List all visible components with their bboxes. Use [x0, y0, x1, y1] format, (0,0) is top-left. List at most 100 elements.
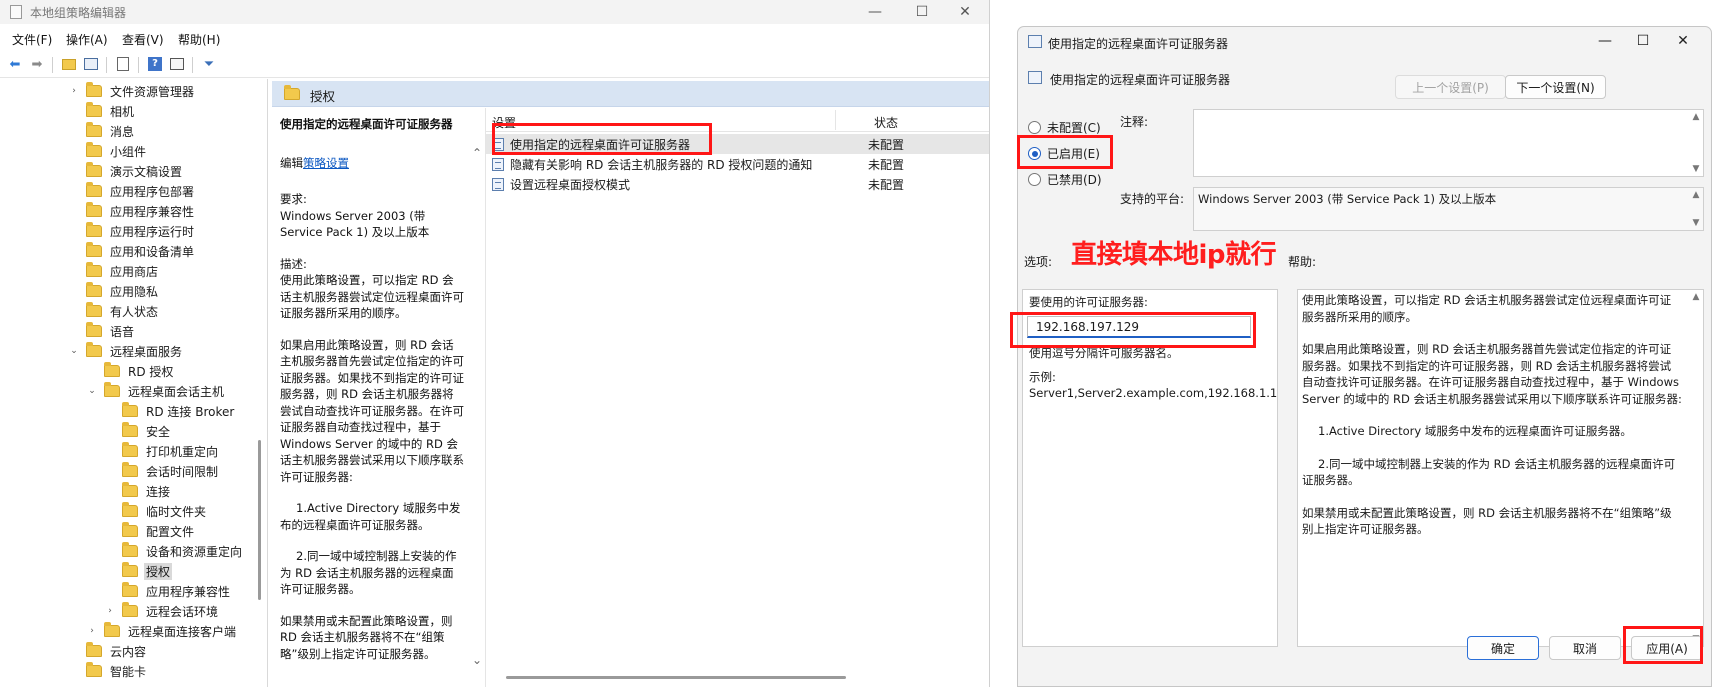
tree-scrollbar[interactable] [258, 440, 261, 600]
scroll-up-icon[interactable]: ▲ [1689, 292, 1703, 302]
folder-icon [86, 342, 102, 357]
previous-setting-button[interactable]: 上一个设置(P) [1395, 75, 1506, 99]
tree-node[interactable]: 连接 [104, 481, 172, 501]
description-scrollbar[interactable]: ⌃ ⌄ [470, 108, 486, 687]
tree-node[interactable]: 智能卡 [68, 661, 148, 681]
properties-icon[interactable] [168, 55, 186, 73]
description-pane: 使用指定的远程桌面许可证服务器 编辑策略设置 要求: Windows Serve… [272, 108, 470, 687]
scroll-down-icon[interactable]: ▼ [1689, 164, 1703, 174]
example-label: 示例: [1029, 370, 1056, 384]
collapsed-chevron-icon[interactable]: › [104, 606, 116, 616]
tree-node[interactable]: RD 授权 [86, 361, 175, 381]
scroll-down-icon[interactable]: ⌄ [472, 653, 482, 667]
tree-node[interactable]: 临时文件夹 [104, 501, 208, 521]
comment-textarea[interactable]: ▲ ▼ [1193, 109, 1704, 177]
description-p5: 如果禁用或未配置此策略设置，则 RD 会话主机服务器将不在“组策略”级别上指定许… [280, 613, 453, 661]
policy-icon [1028, 35, 1042, 48]
edit-prefix: 编辑 [280, 155, 303, 170]
expanded-chevron-icon[interactable]: ⌄ [86, 386, 98, 396]
menu-help[interactable]: 帮助(H) [178, 31, 220, 48]
tree-node-label: 小组件 [110, 144, 147, 159]
close-icon[interactable]: ✕ [945, 2, 985, 22]
policy-setting-dialog: 使用指定的远程桌面许可证服务器 — ☐ ✕ 使用指定的远程桌面许可证服务器 上一… [1017, 26, 1712, 687]
tree-node[interactable]: 打印机重定向 [104, 441, 220, 461]
help-icon[interactable]: ? [146, 55, 164, 73]
up-folder-icon[interactable] [60, 55, 78, 73]
tree-node[interactable]: 设备和资源重定向 [104, 541, 244, 561]
tree-node[interactable]: 配置文件 [104, 521, 196, 541]
radio-not-configured[interactable]: 未配置(C) [1028, 119, 1101, 136]
maximize-icon[interactable]: ☐ [902, 2, 942, 22]
tree-node[interactable]: 演示文稿设置 [68, 161, 184, 181]
tree-node-label: 设备和资源重定向 [146, 544, 243, 559]
policy-row[interactable]: 隐藏有关影响 RD 会话主机服务器的 RD 授权问题的通知 未配置 [486, 154, 989, 174]
filter-icon[interactable]: ⏷ [200, 55, 218, 73]
tree-node[interactable]: 语音 [68, 321, 136, 341]
options-label: 选项: [1024, 255, 1053, 269]
breadcrumb: 授权 [272, 81, 989, 107]
tree-node-label: 云内容 [110, 644, 147, 659]
cancel-button[interactable]: 取消 [1549, 636, 1621, 660]
tree-node[interactable]: 相机 [68, 101, 136, 121]
tree-node[interactable]: 应用程序包部署 [68, 181, 196, 201]
tree-node[interactable]: 云内容 [68, 641, 148, 661]
breadcrumb-label: 授权 [310, 89, 336, 104]
tree-node[interactable]: 应用商店 [68, 261, 160, 281]
dialog-close-icon[interactable]: ✕ [1663, 31, 1703, 51]
collapsed-chevron-icon[interactable]: › [86, 626, 98, 636]
tree-node-label: 临时文件夹 [146, 504, 207, 519]
tree-node[interactable]: › 文件资源管理器 [68, 81, 196, 101]
folder-icon [122, 422, 138, 437]
tree-node[interactable]: ⌄ 远程桌面服务 [68, 341, 184, 361]
ok-button[interactable]: 确定 [1467, 636, 1539, 660]
tree-node[interactable]: 应用程序兼容性 [104, 581, 232, 601]
tree-node[interactable]: 应用隐私 [68, 281, 160, 301]
collapsed-chevron-icon[interactable]: › [68, 86, 80, 96]
tree-node[interactable]: 安全 [104, 421, 172, 441]
tree-node[interactable]: ⌄ 远程桌面会话主机 [86, 381, 226, 401]
radio-circle[interactable] [1028, 121, 1041, 134]
dialog-minimize-icon[interactable]: — [1585, 31, 1625, 51]
tree-node[interactable]: 会话时间限制 [104, 461, 220, 481]
tree-node[interactable]: RD 连接 Broker [104, 401, 236, 421]
tree-node-label: 消息 [110, 124, 135, 139]
tree-node[interactable]: 有人状态 [68, 301, 160, 321]
edit-policy-link[interactable]: 策略设置 [303, 156, 349, 170]
expanded-chevron-icon[interactable]: ⌄ [68, 346, 80, 356]
scroll-down-icon[interactable]: ▼ [1689, 218, 1703, 228]
tree-node-label: 应用隐私 [110, 284, 159, 299]
list-horizontal-scrollbar[interactable] [506, 676, 846, 679]
scroll-up-icon[interactable]: ⌃ [472, 146, 482, 160]
menu-view[interactable]: 查看(V) [122, 31, 164, 48]
radio-disabled[interactable]: 已禁用(D) [1028, 171, 1102, 188]
folder-icon [122, 502, 138, 517]
tree-node[interactable]: 应用程序兼容性 [68, 201, 196, 221]
show-hide-tree-icon[interactable] [82, 55, 100, 73]
dialog-maximize-icon[interactable]: ☐ [1623, 31, 1663, 51]
back-arrow-icon[interactable]: ⬅ [6, 55, 24, 73]
tree-node[interactable]: 小组件 [68, 141, 148, 161]
tree-node[interactable]: › 远程会话环境 [104, 601, 220, 621]
forward-arrow-icon[interactable]: ➡ [28, 55, 46, 73]
toolbar-separator [106, 57, 107, 73]
toolbar-separator [138, 57, 139, 73]
scroll-up-icon[interactable]: ▲ [1689, 112, 1703, 122]
export-list-icon[interactable] [114, 55, 132, 73]
menu-bar: 文件(F) 操作(A) 查看(V) 帮助(H) [0, 27, 989, 49]
menu-file[interactable]: 文件(F) [12, 31, 52, 48]
radio-circle[interactable] [1028, 173, 1041, 186]
tree-node[interactable]: 授权 [104, 561, 173, 581]
folder-icon [122, 582, 138, 597]
scroll-up-icon[interactable]: ▲ [1689, 190, 1703, 200]
tree-node[interactable]: › 远程桌面连接客户端 [86, 621, 238, 641]
tree-node[interactable]: 应用和设备清单 [68, 241, 196, 261]
minimize-icon[interactable]: — [855, 2, 895, 22]
tree-node[interactable]: 消息 [68, 121, 136, 141]
column-header-state[interactable]: 状态 [874, 114, 898, 131]
tree-node-label: 演示文稿设置 [110, 164, 183, 179]
tree-node[interactable]: 应用程序运行时 [68, 221, 196, 241]
menu-action[interactable]: 操作(A) [66, 31, 108, 48]
policy-row[interactable]: 设置远程桌面授权模式 未配置 [486, 174, 989, 194]
next-setting-button[interactable]: 下一个设置(N) [1505, 75, 1606, 99]
dialog-subtitle: 使用指定的远程桌面许可证服务器 [1050, 73, 1231, 87]
